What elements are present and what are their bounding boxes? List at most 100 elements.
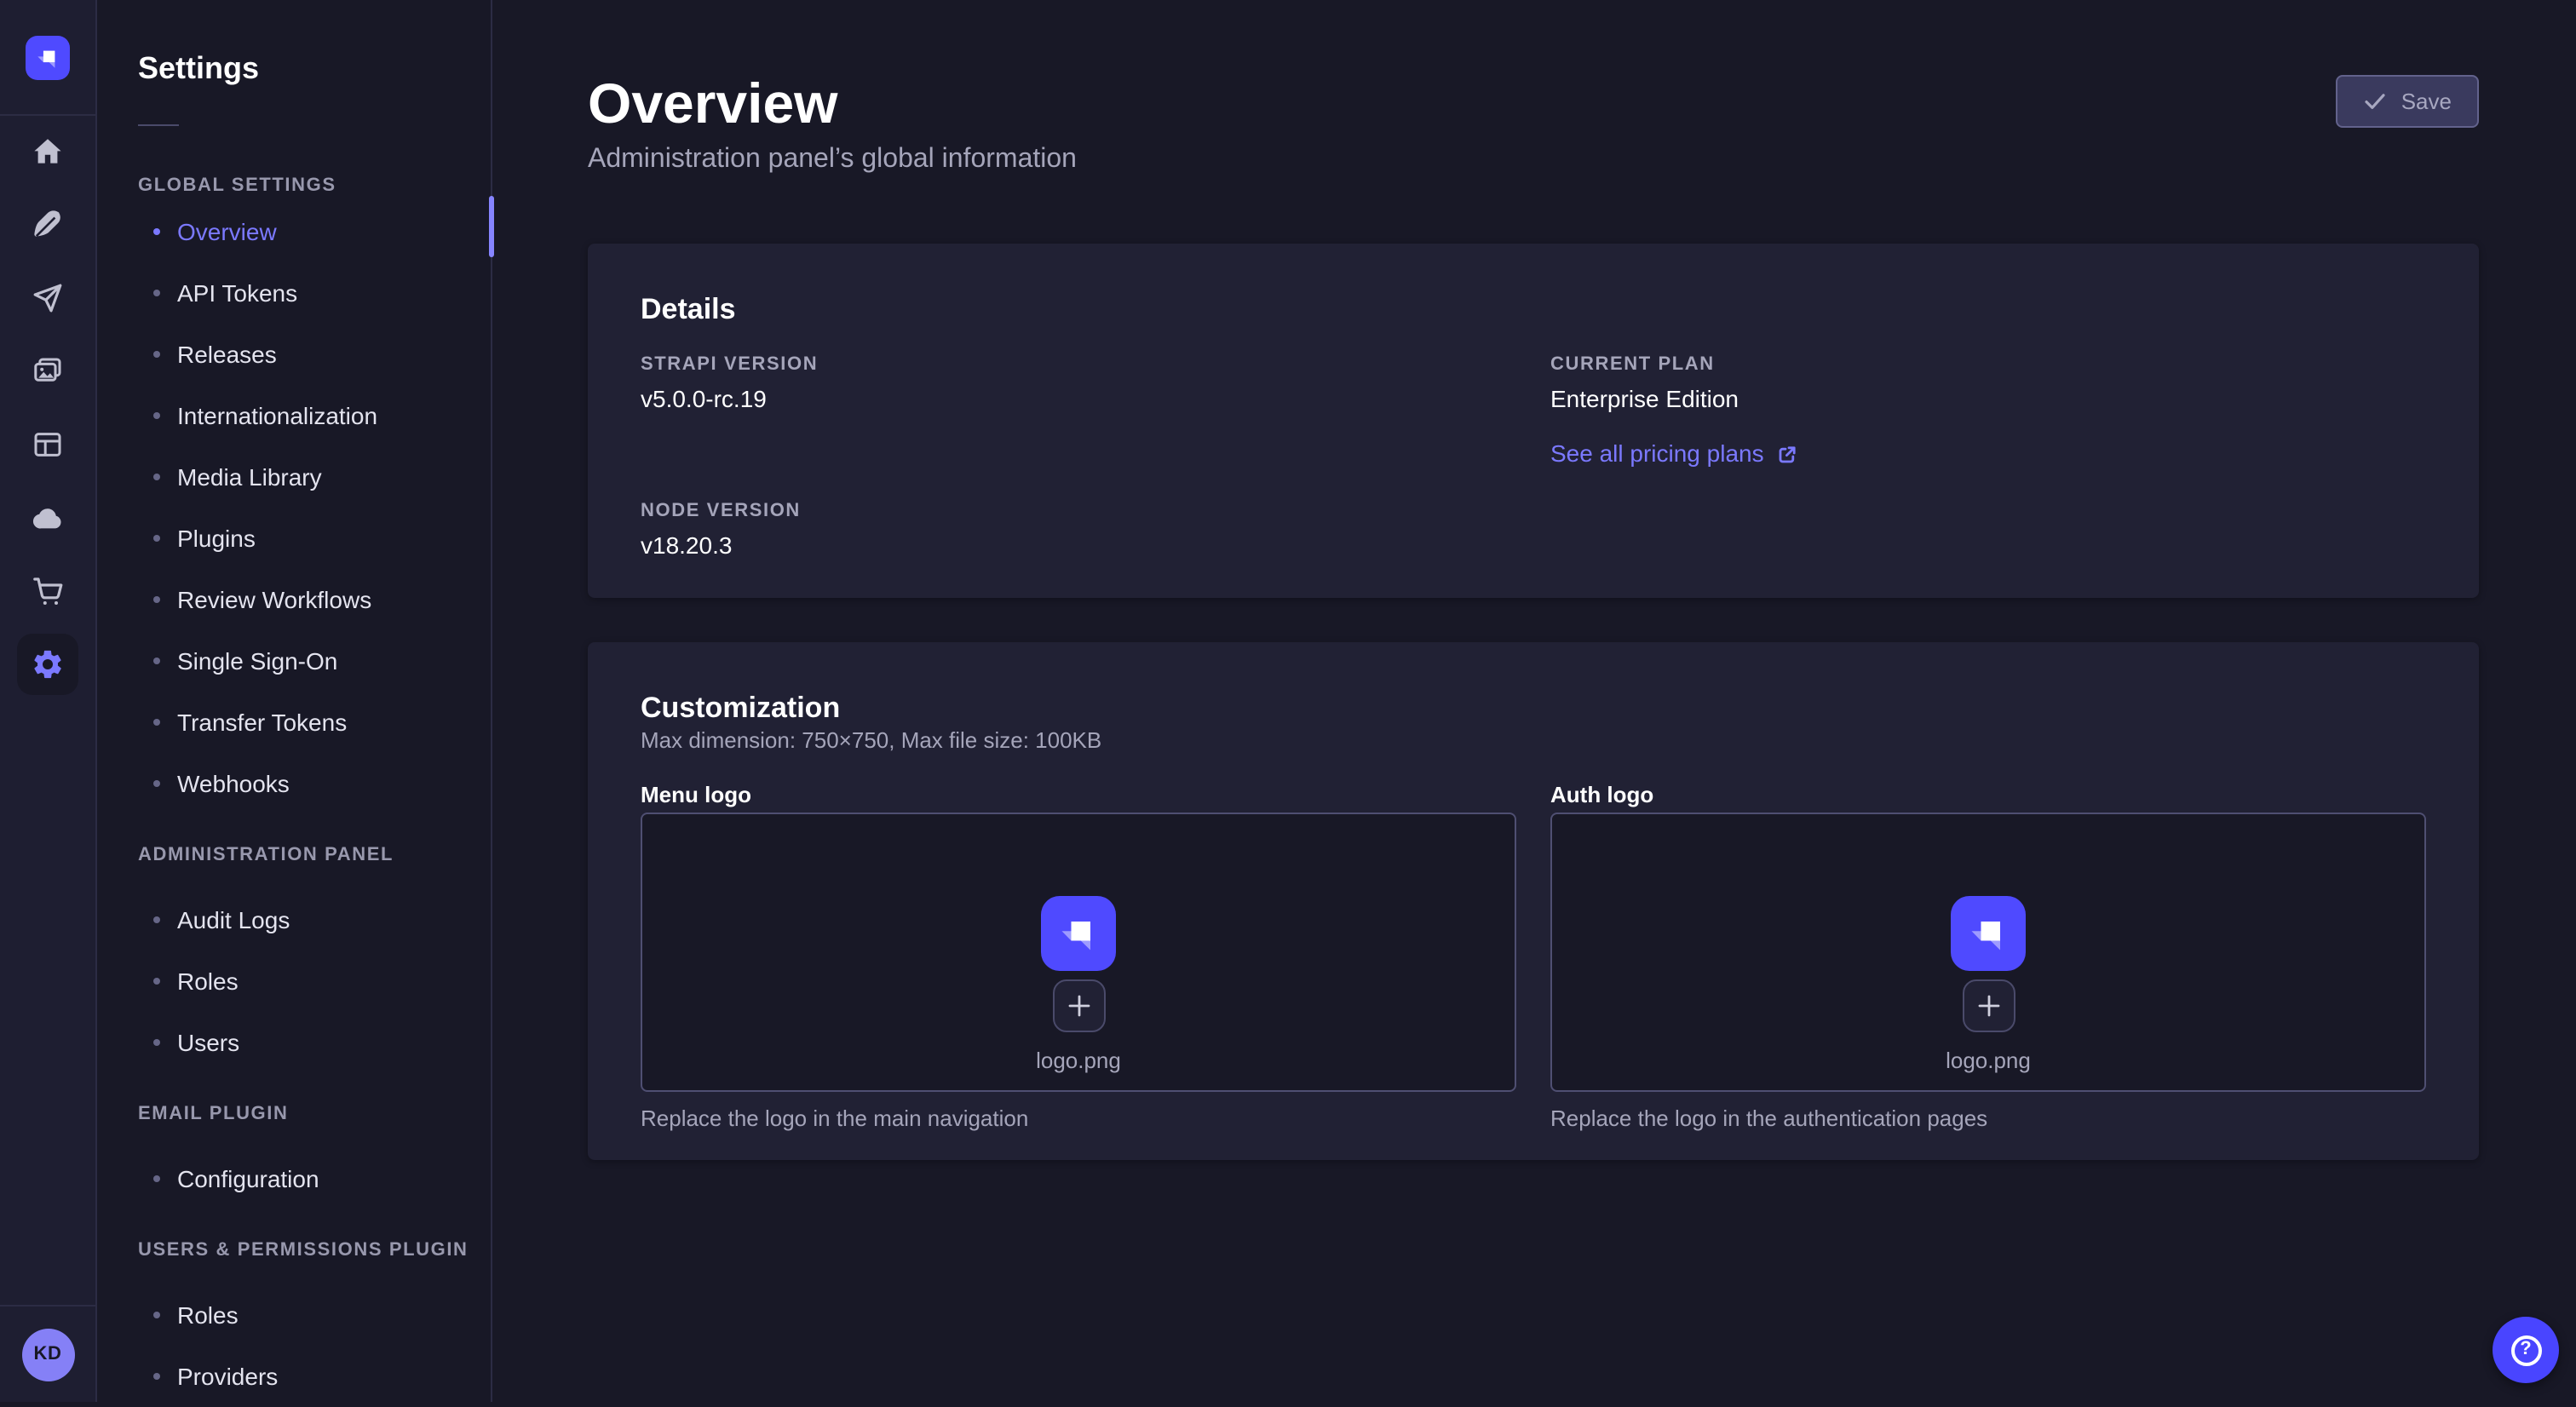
- menu-logo-dropzone[interactable]: logo.png: [641, 813, 1516, 1092]
- menu-logo-block: Menu logo logo.png: [641, 782, 1516, 1131]
- subnav-title: Settings: [95, 0, 491, 85]
- field-label: STRAPI VERSION: [641, 354, 1516, 376]
- details-right-column: CURRENT PLAN Enterprise Edition See all …: [1550, 354, 2426, 560]
- save-button-label: Save: [2401, 89, 2452, 114]
- strapi-admin-app: KD Settings GLOBAL SETTINGS Overview API…: [0, 0, 2576, 1402]
- sidebar-item-label: Roles: [177, 968, 239, 995]
- help-button[interactable]: ?: [2493, 1317, 2559, 1383]
- sidebar-item-label: API Tokens: [177, 279, 297, 307]
- add-logo-button[interactable]: [1052, 979, 1105, 1032]
- feather-icon[interactable]: [0, 187, 95, 261]
- strapi-logo-icon[interactable]: [26, 35, 70, 79]
- external-link-icon: [1778, 444, 1798, 464]
- current-plan-field: CURRENT PLAN Enterprise Edition: [1550, 354, 2426, 414]
- bullet-icon: [153, 1175, 160, 1182]
- page-subtitle: Administration panel’s global informatio…: [588, 143, 1077, 175]
- bullet-icon: [153, 978, 160, 985]
- bullet-icon: [153, 719, 160, 726]
- sidebar-item-up-providers[interactable]: Providers: [95, 1346, 491, 1407]
- field-value: v18.20.3: [641, 531, 1516, 560]
- bullet-icon: [153, 535, 160, 542]
- sidebar-item-internationalization[interactable]: Internationalization: [95, 385, 491, 446]
- bullet-icon: [153, 596, 160, 603]
- home-icon[interactable]: [0, 114, 95, 187]
- details-left-column: STRAPI VERSION v5.0.0-rc.19 NODE VERSION…: [641, 354, 1516, 560]
- main-content: Overview Administration panel’s global i…: [491, 0, 2576, 1402]
- bullet-icon: [153, 658, 160, 664]
- section-global-settings: GLOBAL SETTINGS Overview API Tokens Rele…: [95, 175, 491, 814]
- images-icon[interactable]: [0, 334, 95, 407]
- settings-rail-item[interactable]: [0, 627, 95, 700]
- customization-heading: Customization: [641, 692, 2426, 726]
- avatar[interactable]: KD: [21, 1328, 74, 1381]
- section-email-plugin: EMAIL PLUGIN Configuration: [95, 1104, 491, 1209]
- gear-icon: [17, 633, 78, 694]
- main-nav-rail: KD: [0, 0, 97, 1402]
- field-value: Enterprise Edition: [1550, 385, 2426, 414]
- sidebar-item-label: Media Library: [177, 463, 322, 491]
- sidebar-item-audit-logs[interactable]: Audit Logs: [95, 889, 491, 950]
- cloud-icon[interactable]: [0, 480, 95, 554]
- sidebar-item-label: Single Sign-On: [177, 647, 337, 675]
- sidebar-item-label: Providers: [177, 1363, 278, 1390]
- section-label: GLOBAL SETTINGS: [95, 175, 491, 196]
- section-users-permissions-plugin: USERS & PERMISSIONS PLUGIN Roles Provide…: [95, 1240, 491, 1407]
- bullet-icon: [153, 780, 160, 787]
- bullet-icon: [153, 228, 160, 235]
- sidebar-item-webhooks[interactable]: Webhooks: [95, 753, 491, 814]
- strapi-logo-icon: [1951, 896, 2026, 971]
- field-label: CURRENT PLAN: [1550, 354, 2426, 376]
- upload-helper-text: Replace the logo in the authentication p…: [1550, 1106, 2426, 1131]
- cart-icon[interactable]: [0, 554, 95, 627]
- bullet-icon: [153, 474, 160, 480]
- sidebar-item-transfer-tokens[interactable]: Transfer Tokens: [95, 692, 491, 753]
- node-version-field: NODE VERSION v18.20.3: [641, 501, 1516, 560]
- sidebar-item-label: Plugins: [177, 525, 256, 552]
- subnav-divider: [138, 124, 179, 126]
- sidebar-item-email-configuration[interactable]: Configuration: [95, 1148, 491, 1209]
- section-administration-panel: ADMINISTRATION PANEL Audit Logs Roles Us…: [95, 845, 491, 1073]
- settings-subnav: Settings GLOBAL SETTINGS Overview API To…: [95, 0, 492, 1402]
- layout-icon[interactable]: [0, 407, 95, 480]
- sidebar-item-admin-users[interactable]: Users: [95, 1012, 491, 1073]
- field-value: v5.0.0-rc.19: [641, 385, 1516, 414]
- brand-area: [0, 0, 95, 116]
- paper-plane-icon[interactable]: [0, 261, 95, 334]
- sidebar-item-releases[interactable]: Releases: [95, 324, 491, 385]
- sidebar-item-label: Roles: [177, 1301, 239, 1329]
- upload-filename: logo.png: [1946, 1048, 2031, 1073]
- sidebar-item-label: Overview: [177, 218, 277, 245]
- customization-subtitle: Max dimension: 750×750, Max file size: 1…: [641, 727, 2426, 753]
- bullet-icon: [153, 916, 160, 923]
- upload-label: Menu logo: [641, 782, 1516, 809]
- active-item-indicator: [489, 196, 494, 257]
- sidebar-item-label: Users: [177, 1029, 239, 1056]
- bullet-icon: [153, 290, 160, 296]
- upload-label: Auth logo: [1550, 782, 2426, 809]
- customization-card: Customization Max dimension: 750×750, Ma…: [588, 642, 2479, 1160]
- upload-helper-text: Replace the logo in the main navigation: [641, 1106, 1516, 1131]
- upload-filename: logo.png: [1036, 1048, 1121, 1073]
- sidebar-item-admin-roles[interactable]: Roles: [95, 950, 491, 1012]
- sidebar-item-api-tokens[interactable]: API Tokens: [95, 262, 491, 324]
- section-label: EMAIL PLUGIN: [95, 1104, 491, 1124]
- sidebar-item-media-library[interactable]: Media Library: [95, 446, 491, 508]
- save-button[interactable]: Save: [2337, 75, 2479, 128]
- sidebar-item-plugins[interactable]: Plugins: [95, 508, 491, 569]
- rail-icon-list: [0, 114, 95, 700]
- page-header: Overview Administration panel’s global i…: [588, 72, 2479, 175]
- add-logo-button[interactable]: [1962, 979, 2015, 1032]
- sidebar-item-review-workflows[interactable]: Review Workflows: [95, 569, 491, 630]
- sidebar-item-single-sign-on[interactable]: Single Sign-On: [95, 630, 491, 692]
- sidebar-item-label: Configuration: [177, 1165, 319, 1192]
- bullet-icon: [153, 1039, 160, 1046]
- bullet-icon: [153, 1373, 160, 1380]
- sidebar-item-overview[interactable]: Overview: [95, 201, 491, 262]
- sidebar-item-up-roles[interactable]: Roles: [95, 1284, 491, 1346]
- user-area: KD: [0, 1305, 95, 1402]
- check-icon: [2364, 90, 2388, 112]
- sidebar-item-label: Internationalization: [177, 402, 377, 429]
- question-mark-icon: ?: [2510, 1335, 2541, 1365]
- auth-logo-dropzone[interactable]: logo.png: [1550, 813, 2426, 1092]
- pricing-plans-link[interactable]: See all pricing plans: [1550, 439, 1798, 468]
